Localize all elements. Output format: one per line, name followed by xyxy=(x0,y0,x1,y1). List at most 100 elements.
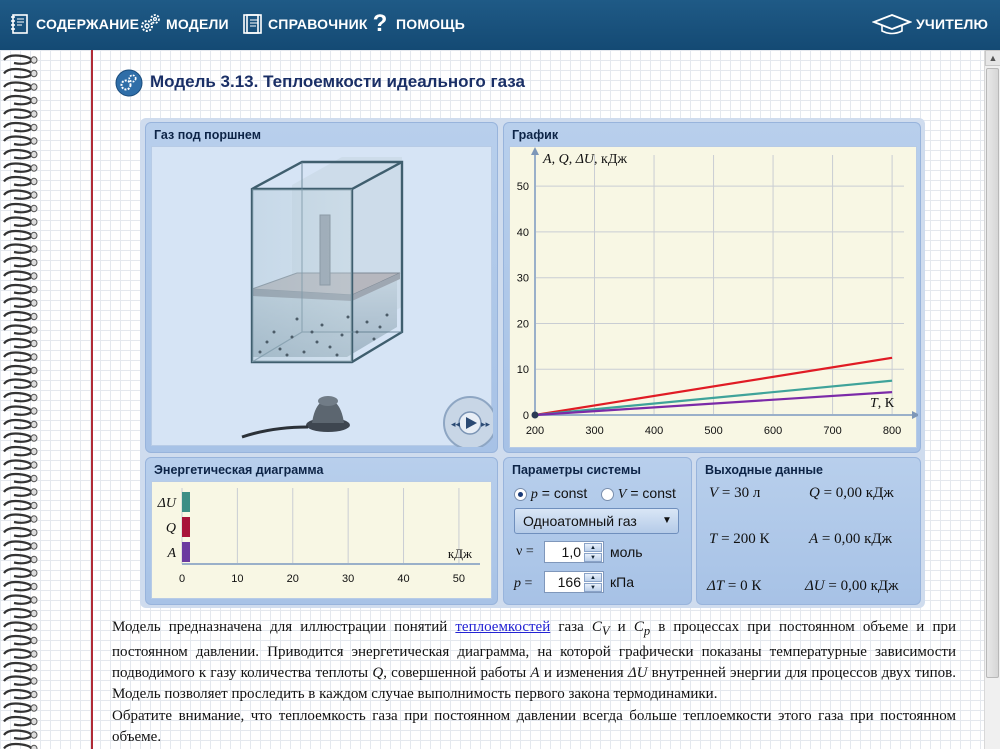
nav-models[interactable]: МОДЕЛИ xyxy=(138,12,229,36)
spiral-ring xyxy=(3,526,38,538)
cp-symbol: C xyxy=(633,619,644,635)
nu-label: ν = xyxy=(516,544,534,559)
vertical-scrollbar[interactable]: ▲ xyxy=(984,50,1000,749)
spiral-ring xyxy=(3,445,38,457)
spiral-ring xyxy=(3,297,38,308)
spiral-ring xyxy=(3,175,38,187)
spiral-ring xyxy=(3,351,38,362)
p-label: p = xyxy=(514,574,532,592)
heat-capacity-link[interactable]: теплоемкостей xyxy=(455,619,550,635)
cv-symbol: C xyxy=(591,619,602,635)
spiral-ring xyxy=(3,648,38,659)
spiral-ring xyxy=(3,54,38,65)
y-tick-label: 50 xyxy=(517,181,529,193)
energy-panel-title: Энергетическая диаграмма xyxy=(154,463,324,477)
x-tick-label: 500 xyxy=(704,425,722,437)
nav-help[interactable]: ? ПОМОЩЬ xyxy=(368,12,465,36)
gas-panel-title: Газ под поршнем xyxy=(154,128,261,142)
energy-tick-label: 30 xyxy=(342,573,354,585)
energy-bar xyxy=(182,517,190,537)
spiral-ring xyxy=(3,121,38,133)
spiral-ring xyxy=(3,540,38,551)
model-gears-icon xyxy=(115,69,143,97)
spiral-ring xyxy=(3,378,38,389)
desc-text-part: газа xyxy=(550,619,592,635)
svg-text:◂◂: ◂◂ xyxy=(451,419,461,429)
spiral-ring xyxy=(3,472,38,484)
scroll-up-button[interactable]: ▲ xyxy=(985,50,1000,66)
cv-subscript: V xyxy=(601,624,610,638)
spiral-ring xyxy=(3,688,38,700)
description-paragraph-1: Модель предназначена для иллюстрации пон… xyxy=(112,617,956,705)
spiral-ring xyxy=(3,580,38,592)
nav-reference-label: СПРАВОЧНИК xyxy=(268,16,368,32)
spiral-ring xyxy=(3,229,38,241)
energy-bar-label: ΔU xyxy=(157,496,177,511)
spiral-ring xyxy=(3,553,38,565)
energy-tick-label: 20 xyxy=(287,573,299,585)
radio-p-const-button[interactable] xyxy=(514,487,527,501)
nav-contents-label: СОДЕРЖАНИЕ xyxy=(36,16,140,32)
params-panel-title: Параметры системы xyxy=(512,463,641,477)
spiral-ring xyxy=(3,256,38,268)
y-tick-label: 30 xyxy=(517,273,529,285)
y-axis-title: A, Q, ΔU, кДж xyxy=(542,152,627,167)
pressure-up-icon[interactable]: ▲ xyxy=(584,573,602,582)
gas-type-select[interactable]: Одноатомный газ ▼ xyxy=(514,508,679,534)
nu-up-icon[interactable]: ▲ xyxy=(584,543,602,552)
output-volume-symbol: V xyxy=(709,485,719,501)
spiral-ring xyxy=(3,364,38,376)
spiral-binding-icon xyxy=(3,54,38,749)
spiral-ring xyxy=(3,324,38,335)
play-control-icon[interactable]: ◂◂ ▸▸ xyxy=(443,396,497,450)
spiral-ring xyxy=(3,742,38,749)
spiral-ring xyxy=(3,310,38,322)
top-navigation-bar: СОДЕРЖАНИЕ МОДЕЛИ СПРАВОЧНИК ? ПОМОЩЬ УЧ… xyxy=(0,0,1000,50)
pressure-stepper[interactable]: 166 ▲ ▼ xyxy=(544,571,604,593)
radio-v-const-label: = const xyxy=(626,485,676,501)
spiral-ring xyxy=(3,94,38,106)
a-symbol: A xyxy=(530,665,540,681)
nav-models-label: МОДЕЛИ xyxy=(166,16,229,32)
output-delta-u-symbol: ΔU xyxy=(805,578,825,594)
nav-teacher[interactable]: УЧИТЕЛЮ xyxy=(871,12,988,36)
energy-panel: Энергетическая диаграмма 0 10 20 30 40 50 ΔU Q A… xyxy=(145,457,498,605)
nu-down-icon[interactable]: ▼ xyxy=(584,553,602,562)
energy-bar xyxy=(182,492,190,512)
q-symbol: Q xyxy=(372,665,384,681)
spiral-ring xyxy=(3,337,38,349)
reference-book-icon xyxy=(240,12,264,36)
state-point xyxy=(531,411,539,419)
p-label-symbol: p xyxy=(514,576,521,591)
nu-stepper[interactable]: 1,0 ▲ ▼ xyxy=(544,541,604,563)
temperature-chart: 200 300 400 500 600 700 800 0 10 20 30 40 50 A, Q, ΔU… xyxy=(517,147,920,437)
graph-area: 200 300 400 500 600 700 800 0 10 20 30 40 50 A, Q, ΔU… xyxy=(509,146,920,448)
chevron-down-icon[interactable]: ▼ xyxy=(658,511,676,531)
energy-tick-label: 50 xyxy=(453,573,465,585)
scroll-thumb[interactable] xyxy=(986,68,999,678)
desc-text-part: и изменения xyxy=(539,665,628,681)
graph-panel: График 200 300 400 500 600 700 800 0 10 20 30 40 50 A… xyxy=(503,122,921,453)
spiral-ring xyxy=(3,634,38,646)
graph-panel-title: График xyxy=(512,128,559,142)
pressure-down-icon[interactable]: ▼ xyxy=(584,583,602,592)
radio-p-const[interactable]: p = const xyxy=(514,485,587,503)
radio-v-const[interactable]: V = const xyxy=(601,485,676,503)
pressure-unit: кПа xyxy=(610,574,634,590)
output-work-value: = 0,00 кДж xyxy=(818,531,893,547)
spiral-ring xyxy=(3,729,38,740)
output-temperature-value: = 200 К xyxy=(717,531,770,547)
nav-reference[interactable]: СПРАВОЧНИК xyxy=(240,12,368,36)
spiral-ring xyxy=(3,216,38,227)
desc-text-part: , совершенной работы xyxy=(383,665,531,681)
nu-value[interactable]: 1,0 xyxy=(562,544,581,560)
du-symbol: ΔU xyxy=(627,665,648,681)
gears-icon xyxy=(138,12,162,36)
nav-contents[interactable]: СОДЕРЖАНИЕ xyxy=(8,12,139,36)
x-tick-label: 600 xyxy=(764,425,782,437)
x-tick-label: 800 xyxy=(883,425,901,437)
output-heat-symbol: Q xyxy=(809,485,820,501)
radio-v-const-button[interactable] xyxy=(601,487,614,501)
output-volume: V = 30 л xyxy=(709,485,760,502)
pressure-value[interactable]: 166 xyxy=(558,574,581,590)
